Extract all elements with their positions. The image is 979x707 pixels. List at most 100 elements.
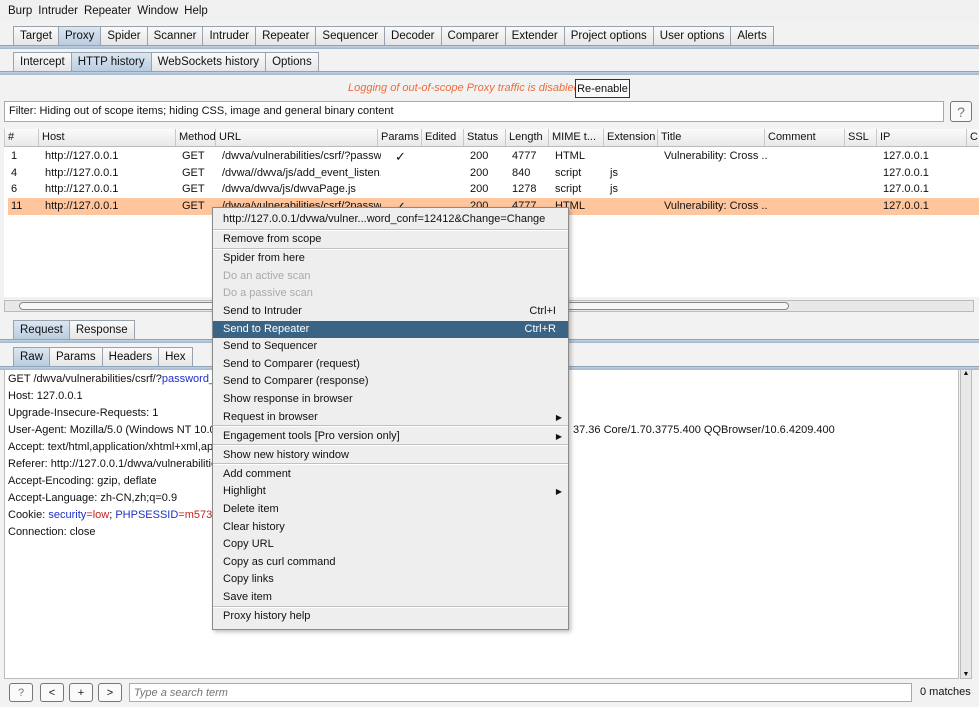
table-row[interactable]: 6 http://127.0.0.1 GET/dwva/dwva/js/dwvaPa… <box>8 181 979 198</box>
column-header-ssl[interactable]: SSL <box>844 129 876 146</box>
table-row[interactable]: 4 http://127.0.0.1 GET/dvwa//dwva/js/add_e… <box>8 165 979 182</box>
column-header-c[interactable]: C <box>966 129 979 146</box>
tab-repeater[interactable]: Repeater <box>255 26 317 45</box>
menu-item-send-to-sequencer[interactable]: Send to Sequencer <box>213 338 568 356</box>
column-header-status[interactable]: Status <box>463 129 505 146</box>
column-header-title[interactable]: Title <box>657 129 764 146</box>
tab-request[interactable]: Request <box>13 320 70 339</box>
column-header-params[interactable]: Params <box>377 129 421 146</box>
menu-item-copy-links[interactable]: Copy links <box>213 571 568 589</box>
tab-headers[interactable]: Headers <box>101 347 160 366</box>
filter-bar[interactable]: Filter: Hiding out of scope items; hidin… <box>4 101 944 122</box>
menu-item-highlight[interactable]: Highlight ▶ <box>213 483 568 501</box>
tab-sequencer[interactable]: Sequencer <box>315 26 386 45</box>
search-prev-button[interactable]: < <box>40 683 64 702</box>
search-next-button[interactable]: > <box>98 683 122 702</box>
menu-item-send-to-intruder[interactable]: Send to Intruder Ctrl+I <box>213 303 568 321</box>
menu-item-show-response-in-browser[interactable]: Show response in browser <box>213 391 568 409</box>
vertical-scrollbar[interactable]: ▲ ▼ <box>960 369 972 679</box>
cell-number: 1 <box>11 150 18 162</box>
reenable-button[interactable]: Re-enable <box>575 79 630 98</box>
tab-extender[interactable]: Extender <box>504 26 565 45</box>
cell-ip: 127.0.0.1 <box>883 183 929 195</box>
menu-item-delete-item[interactable]: Delete item <box>213 501 568 519</box>
menu-window[interactable]: Window <box>137 5 178 17</box>
tab-options[interactable]: Options <box>265 52 319 71</box>
tab-raw[interactable]: Raw <box>13 347 51 366</box>
tab-http-history[interactable]: HTTP history <box>70 52 152 71</box>
column-header-length[interactable]: Length <box>505 129 548 146</box>
menu-item-engagement-tools-pro-version-only[interactable]: Engagement tools [Pro version only] ▶ <box>213 428 568 446</box>
tab-project-options[interactable]: Project options <box>563 26 654 45</box>
menu-item-label: Send to Repeater <box>223 322 310 335</box>
menu-item-copy-url[interactable]: Copy URL <box>213 536 568 554</box>
column-header-url[interactable]: URL <box>215 129 377 146</box>
menu-item-copy-as-curl-command[interactable]: Copy as curl command <box>213 554 568 572</box>
column-header-method[interactable]: Method <box>175 129 215 146</box>
menu-item-save-item[interactable]: Save item <box>213 589 568 607</box>
column-header-comment[interactable]: Comment <box>764 129 844 146</box>
cell-url: /dvwa//dwva/js/add_event_listen... <box>222 166 381 179</box>
menu-item-send-to-comparer-response[interactable]: Send to Comparer (response) <box>213 373 568 391</box>
tab-comparer[interactable]: Comparer <box>440 26 506 45</box>
context-menu: http://127.0.0.1/dvwa/vulner...word_conf… <box>212 207 569 630</box>
tab-target[interactable]: Target <box>13 26 59 45</box>
cell-edited <box>425 148 467 165</box>
menu-item-label: Remove from scope <box>223 233 322 245</box>
menu-item-remove-from-scope[interactable]: Remove from scope <box>213 231 568 249</box>
search-input[interactable] <box>129 683 912 702</box>
menu-item-label: Copy URL <box>223 538 274 551</box>
menu-intruder[interactable]: Intruder <box>38 5 78 17</box>
column-header-extension[interactable]: Extension <box>603 129 657 146</box>
column-header-host[interactable]: Host <box>38 129 175 146</box>
menu-item-send-to-repeater[interactable]: Send to Repeater Ctrl+R <box>213 320 568 339</box>
table-row[interactable]: 1 http://127.0.0.1 GET/dwva/vulnerabilitie… <box>8 148 979 165</box>
tab-intercept[interactable]: Intercept <box>13 52 72 71</box>
tab-alerts[interactable]: Alerts <box>730 26 774 45</box>
menu-item-clear-history[interactable]: Clear history <box>213 519 568 537</box>
cell-comment <box>768 165 848 182</box>
request-line: GET /dwva/vulnerabilities/csrf/?password… <box>8 373 242 385</box>
tab-user-options[interactable]: User options <box>652 26 732 45</box>
menu-item-request-in-browser[interactable]: Request in browser ▶ <box>213 409 568 427</box>
tab-params[interactable]: Params <box>49 347 103 366</box>
cell-url: /dwva/vulnerabilities/csrf/?passw... <box>222 150 381 162</box>
tab-intruder[interactable]: Intruder <box>202 26 257 45</box>
menu-help[interactable]: Help <box>184 5 208 17</box>
menu-item-proxy-history-help[interactable]: Proxy history help <box>213 608 568 626</box>
menu-item-label: Engagement tools [Pro version only] <box>223 429 400 442</box>
menu-bar: Burp Intruder Repeater Window Help <box>0 0 979 22</box>
column-header-number[interactable]: # <box>4 129 38 146</box>
tab-decoder[interactable]: Decoder <box>384 26 442 45</box>
tab-response[interactable]: Response <box>68 320 135 339</box>
menu-repeater[interactable]: Repeater <box>84 5 131 17</box>
tab-spider[interactable]: Spider <box>100 26 148 45</box>
menu-item-label: Highlight <box>223 485 266 498</box>
scroll-down-icon[interactable]: ▼ <box>961 671 971 678</box>
scroll-up-icon[interactable]: ▲ <box>961 370 971 377</box>
search-add-button[interactable]: + <box>69 683 93 702</box>
column-header-mime-t-[interactable]: MIME t... <box>548 129 603 146</box>
menu-burp[interactable]: Burp <box>8 5 32 17</box>
menu-item-add-comment[interactable]: Add comment <box>213 466 568 484</box>
menu-item-spider-from-here[interactable]: Spider from here <box>213 250 568 268</box>
cell-edited <box>425 165 467 182</box>
menu-item-label: Proxy history help <box>223 610 311 623</box>
menu-item-send-to-comparer-request[interactable]: Send to Comparer (request) <box>213 356 568 374</box>
cell-status: 200 <box>470 183 489 195</box>
header-line: Upgrade-Insecure-Requests: 1 <box>8 407 159 419</box>
column-header-edited[interactable]: Edited <box>421 129 463 146</box>
tab-websockets-history[interactable]: WebSockets history <box>150 52 267 71</box>
header-line-continued: 37.36 Core/1.70.3775.400 QQBrowser/10.6.… <box>573 424 835 436</box>
cell-number: 4 <box>11 166 18 179</box>
menu-item-label: Show new history window <box>223 448 349 461</box>
tab-scanner[interactable]: Scanner <box>146 26 204 45</box>
column-header-ip[interactable]: IP <box>876 129 966 146</box>
search-help-button[interactable]: ? <box>9 683 33 702</box>
menu-item-show-new-history-window[interactable]: Show new history window <box>213 447 568 465</box>
tab-hex[interactable]: Hex <box>158 347 193 366</box>
menu-item-do-a-passive-scan: Do a passive scan <box>213 285 568 303</box>
cell-mime-t-: script <box>555 166 582 179</box>
tab-proxy[interactable]: Proxy <box>57 26 102 45</box>
help-button[interactable]: ? <box>950 101 972 122</box>
